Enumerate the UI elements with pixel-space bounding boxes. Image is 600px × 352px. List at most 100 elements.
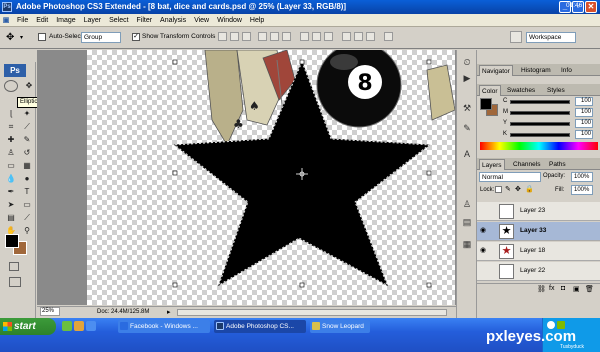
lock-image-icon[interactable]: ✎ <box>505 185 511 193</box>
elliptical-marquee-tool-icon[interactable] <box>4 80 18 92</box>
layer-row[interactable]: Layer 23 <box>477 202 600 221</box>
history-brush-tool-icon[interactable]: ↺ <box>20 147 34 159</box>
eye-icon[interactable]: ◉ <box>480 247 488 255</box>
lock-transparent-icon[interactable] <box>495 186 502 193</box>
crop-tool-icon[interactable]: ⌗ <box>4 121 18 133</box>
document-icon[interactable]: ▣ <box>0 14 12 27</box>
visibility-toggle-empty[interactable] <box>480 207 488 215</box>
align-middle-icon[interactable] <box>230 32 239 41</box>
canvas-area[interactable]: ♣ ♠ 8 <box>37 50 456 305</box>
gradient-tool-icon[interactable]: ▦ <box>20 160 34 172</box>
tab-swatches[interactable]: Swatches <box>505 85 537 96</box>
menu-layer[interactable]: Layer <box>81 14 105 27</box>
tab-navigator[interactable]: Navigator <box>479 65 513 76</box>
layer-row-selected[interactable]: ◉ ★ Layer 33 <box>477 222 600 241</box>
clone-stamp-tool-icon[interactable]: ♙ <box>4 147 18 159</box>
menu-select[interactable]: Select <box>106 14 131 27</box>
shape-tool-icon[interactable]: ▭ <box>20 199 34 211</box>
move-tool-icon[interactable]: ✥ <box>22 80 36 92</box>
brush-tool-icon[interactable]: ✎ <box>20 134 34 146</box>
dodge-tool-icon[interactable]: ● <box>20 173 34 185</box>
menu-view[interactable]: View <box>191 14 212 27</box>
zoom-level-field[interactable]: 25% <box>40 307 60 316</box>
menu-analysis[interactable]: Analysis <box>157 14 189 27</box>
quicklaunch-icon[interactable] <box>62 321 72 331</box>
quicklaunch-icon[interactable] <box>86 321 96 331</box>
tab-histogram[interactable]: Histogram <box>519 65 553 76</box>
brushes-panel-icon[interactable]: ✎ <box>461 122 473 134</box>
eyedropper-tool-icon[interactable]: ⟋ <box>20 212 34 224</box>
menu-file[interactable]: File <box>14 14 31 27</box>
actions-panel-icon[interactable]: ▶ <box>461 72 473 84</box>
animation-panel-icon[interactable]: ▦ <box>461 238 473 250</box>
align-top-icon[interactable] <box>218 32 227 41</box>
quick-mask-icon[interactable] <box>9 262 19 271</box>
fill-field[interactable]: 100% <box>571 185 593 195</box>
layer-mask-icon[interactable]: ◘ <box>561 285 565 292</box>
blend-mode-dropdown[interactable]: Normal <box>479 172 541 182</box>
distribute-middle-icon[interactable] <box>312 32 321 41</box>
clone-source-panel-icon[interactable]: ♙ <box>461 198 473 210</box>
history-panel-icon[interactable]: ⏲ <box>461 56 473 68</box>
delete-layer-icon[interactable]: 🗑 <box>585 285 594 293</box>
lock-all-icon[interactable]: 🔒 <box>525 185 534 193</box>
taskbar-item-facebook[interactable]: Facebook - Windows ... <box>118 320 210 333</box>
menu-window[interactable]: Window <box>214 14 245 27</box>
eraser-tool-icon[interactable]: ▭ <box>4 160 18 172</box>
auto-select-dropdown[interactable]: Group <box>81 32 121 43</box>
auto-select-checkbox[interactable] <box>38 33 46 41</box>
taskbar-item-photoshop[interactable]: Adobe Photoshop CS... <box>214 320 306 333</box>
document-canvas[interactable]: ♣ ♠ 8 <box>87 50 455 305</box>
align-right-icon[interactable] <box>282 32 291 41</box>
measurement-panel-icon[interactable]: ▤ <box>461 216 473 228</box>
link-layers-icon[interactable]: ⛓ <box>537 285 546 293</box>
align-left-icon[interactable] <box>258 32 267 41</box>
layer-style-icon[interactable]: fx <box>549 285 554 292</box>
start-button[interactable]: start <box>0 318 56 335</box>
notes-tool-icon[interactable]: ▤ <box>4 212 18 224</box>
tool-presets-panel-icon[interactable]: ⚒ <box>461 102 473 114</box>
distribute-left-icon[interactable] <box>342 32 351 41</box>
bridge-icon[interactable] <box>510 31 522 43</box>
tab-layers[interactable]: Layers <box>479 159 505 170</box>
new-layer-icon[interactable]: ▣ <box>573 285 580 293</box>
auto-align-icon[interactable] <box>384 32 393 41</box>
status-menu-arrow-icon[interactable]: ▸ <box>167 308 171 318</box>
menu-image[interactable]: Image <box>53 14 78 27</box>
type-tool-icon[interactable]: T <box>20 186 34 198</box>
show-transform-checkbox[interactable]: ✓ <box>132 33 140 41</box>
horizontal-scrollbar[interactable] <box>177 309 447 316</box>
screen-mode-icon[interactable] <box>9 277 21 287</box>
close-button[interactable]: ✕ <box>585 1 597 13</box>
distribute-center-icon[interactable] <box>354 32 363 41</box>
lock-position-icon[interactable]: ✥ <box>515 185 521 193</box>
layer-row[interactable]: ◉ ★ Layer 18 <box>477 242 600 261</box>
foreground-color-swatch[interactable] <box>5 234 19 248</box>
opacity-field[interactable]: 100% <box>571 172 593 182</box>
magic-wand-tool-icon[interactable]: ✦ <box>20 108 34 120</box>
align-center-icon[interactable] <box>270 32 279 41</box>
quicklaunch-icon[interactable] <box>74 321 84 331</box>
tab-color[interactable]: Color <box>479 85 501 96</box>
chevron-down-icon[interactable]: ▾ <box>20 34 23 41</box>
color-panel-foreground-swatch[interactable] <box>480 98 492 110</box>
menu-help[interactable]: Help <box>247 14 267 27</box>
color-spectrum-bar[interactable] <box>480 142 598 150</box>
taskbar-item-snow-leopard[interactable]: Snow Leopard <box>310 320 370 333</box>
path-selection-tool-icon[interactable]: ➤ <box>4 199 18 211</box>
distribute-right-icon[interactable] <box>366 32 375 41</box>
align-bottom-icon[interactable] <box>242 32 251 41</box>
blur-tool-icon[interactable]: 💧 <box>4 173 18 185</box>
healing-brush-tool-icon[interactable]: ✚ <box>4 134 18 146</box>
menu-filter[interactable]: Filter <box>134 14 156 27</box>
workspace-dropdown[interactable]: Workspace <box>526 32 576 43</box>
eye-icon[interactable]: ◉ <box>480 227 488 235</box>
slice-tool-icon[interactable]: ⟋ <box>20 121 34 133</box>
tab-info[interactable]: Info <box>559 65 574 76</box>
tab-paths[interactable]: Paths <box>547 159 568 170</box>
clock[interactable]: 01:46 <box>566 2 582 9</box>
zoom-tool-icon[interactable]: ⚲ <box>20 225 34 237</box>
lasso-tool-icon[interactable]: ɭ <box>4 108 18 120</box>
menu-edit[interactable]: Edit <box>33 14 51 27</box>
pen-tool-icon[interactable]: ✒ <box>4 186 18 198</box>
